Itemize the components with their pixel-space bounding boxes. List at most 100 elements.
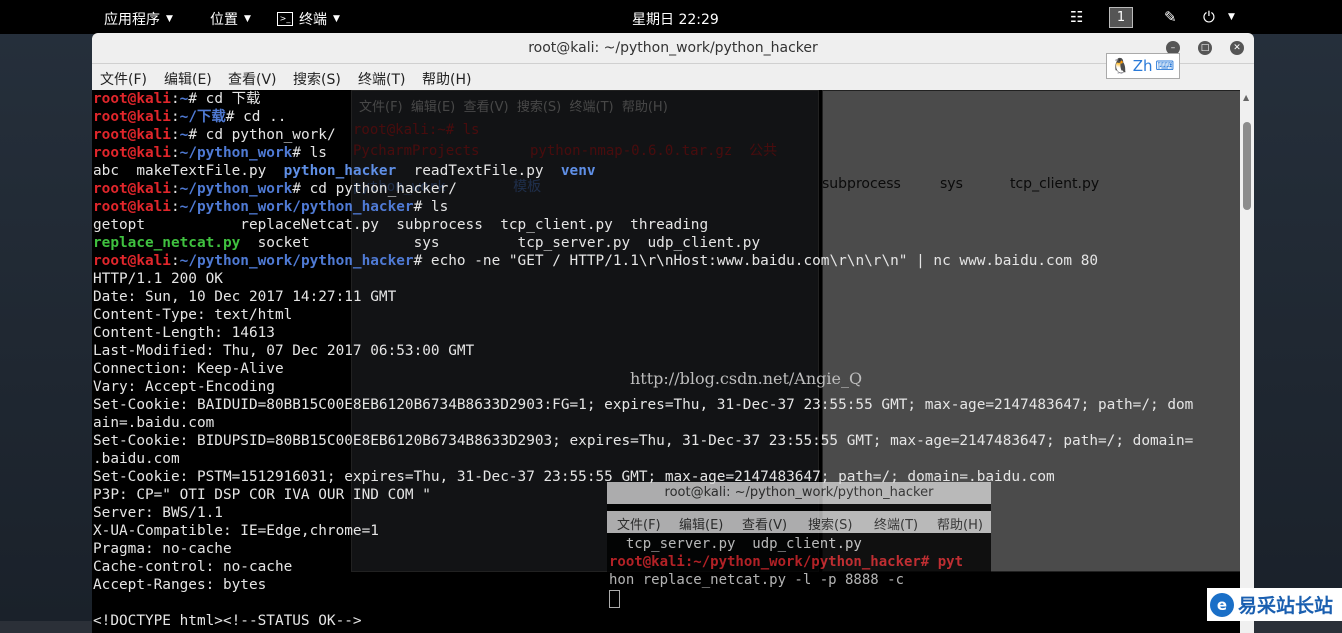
clock[interactable]: 星期日 22:29 (632, 9, 719, 29)
terminal-text-segment: python_hacker (283, 163, 397, 179)
chevron-down-icon[interactable]: ▼ (1228, 12, 1235, 22)
window-menubar: 文件(F) 编辑(E) 查看(V) 搜索(S) 终端(T) 帮助(H) (92, 64, 1254, 90)
terminal-text-segment: root@kali (93, 127, 171, 143)
terminal-text-segment: root@kali (93, 181, 171, 197)
terminal-text-segment: ~/python_work/python_hacker (179, 199, 414, 215)
overlay-menu-help[interactable]: 帮助(H) (937, 514, 983, 533)
menu-search[interactable]: 搜索(S) (293, 69, 341, 89)
terminal-text-segment: : (170, 109, 180, 125)
places-menu[interactable]: 位置 ▼ (210, 9, 251, 29)
terminal-line: root@kali:~/python_work/python_hacker# e… (93, 252, 1193, 270)
terminal-line: replace_netcat.py socket sys tcp_server.… (93, 234, 1193, 252)
close-icon[interactable]: ✕ (1230, 41, 1244, 55)
terminal-text-segment: <!DOCTYPE html><!--STATUS OK--> (93, 613, 362, 629)
chevron-down-icon: ▼ (244, 14, 251, 24)
workspace-indicator[interactable]: 1 (1109, 7, 1133, 28)
terminal-text-segment: Last-Modified: Thu, 07 Dec 2017 06:53:00… (93, 343, 475, 359)
terminal-line: Last-Modified: Thu, 07 Dec 2017 06:53:00… (93, 342, 1193, 360)
places-label: 位置 (210, 12, 238, 28)
terminal-text-segment: venv (560, 163, 596, 179)
chevron-down-icon: ▼ (333, 14, 340, 24)
menu-view[interactable]: 查看(V) (228, 69, 277, 89)
terminal-text-segment: root@kali (93, 199, 171, 215)
terminal-text-segment: Content-Length: 14613 (93, 325, 275, 341)
terminal-line: root@kali:~/python_work# ls (93, 144, 1193, 162)
terminal-text-segment: : (170, 181, 180, 197)
penguin-icon: 🐧 (1111, 57, 1130, 75)
terminal-text-segment: root@kali (93, 109, 171, 125)
overlay-menu-search[interactable]: 搜索(S) (808, 514, 852, 533)
overlay-menu-terminal[interactable]: 终端(T) (874, 514, 918, 533)
terminal-text-segment: socket sys tcp_server.py udp_client.py (240, 235, 761, 251)
menu-terminal[interactable]: 终端(T) (358, 69, 405, 89)
menu-file[interactable]: 文件(F) (100, 69, 147, 89)
chevron-down-icon: ▼ (166, 14, 173, 24)
overlay-menu-file[interactable]: 文件(F) (617, 514, 661, 533)
terminal-text-segment: abc makeTextFile.py (93, 163, 284, 179)
network-icon[interactable]: ☷ (1070, 8, 1083, 26)
terminal-line: Content-Type: text/html (93, 306, 1193, 324)
terminal-line: Date: Sun, 10 Dec 2017 14:27:11 GMT (93, 288, 1193, 306)
terminal-line: root@kali:~# cd 下载 (93, 90, 1193, 108)
terminal-scrollbar[interactable]: ▲ (1240, 90, 1254, 633)
terminal-text-segment: Vary: Accept-Encoding (93, 379, 275, 395)
terminal-text-segment: # ls (413, 199, 449, 215)
menu-edit[interactable]: 编辑(E) (164, 69, 212, 89)
terminal-line: HTTP/1.1 200 OK (93, 270, 1193, 288)
terminal-text-segment: Accept-Ranges: bytes (93, 577, 267, 593)
terminal-text-segment: : (170, 145, 180, 161)
terminal-text-segment: : (170, 127, 180, 143)
terminal-text-segment: root@kali (93, 253, 171, 269)
applications-menu[interactable]: 应用程序 ▼ (104, 9, 173, 29)
overlay-line: tcp_server.py udp_client.py (609, 536, 862, 552)
terminal-text-segment: X-UA-Compatible: IE=Edge,chrome=1 (93, 523, 379, 539)
overlay-menubar: 文件(F) 编辑(E) 查看(V) 搜索(S) 终端(T) 帮助(H) (607, 511, 991, 533)
terminal-line: abc makeTextFile.py python_hacker readTe… (93, 162, 1193, 180)
scroll-up-icon[interactable]: ▲ (1243, 93, 1249, 102)
terminal-text-segment: : (170, 199, 180, 215)
terminal-text-segment: # cd python_hacker/ (292, 181, 457, 197)
terminal-text-segment: Content-Type: text/html (93, 307, 293, 323)
terminal-app-menu[interactable]: >_ 终端 ▼ (277, 9, 340, 29)
window-title: root@kali: ~/python_work/python_hacker (528, 40, 818, 56)
terminal-text-segment: Pragma: no-cache (93, 541, 232, 557)
ime-indicator[interactable]: 🐧 Zh ⌨ (1106, 53, 1180, 79)
window-titlebar[interactable]: root@kali: ~/python_work/python_hacker –… (92, 33, 1254, 64)
pen-icon[interactable]: ✎ (1164, 8, 1177, 26)
menu-help[interactable]: 帮助(H) (422, 69, 471, 89)
terminal-text-segment: # cd .. (225, 109, 287, 125)
scrollbar-thumb[interactable] (1243, 122, 1251, 210)
overlay-terminal-window[interactable]: root@kali: ~/python_work/python_hacker 文… (607, 482, 991, 622)
terminal-text-segment: # echo -ne "GET / HTTP/1.1\r\nHost:www.b… (413, 253, 1099, 269)
overlay-menu-edit[interactable]: 编辑(E) (679, 514, 723, 533)
terminal-text-segment: ~/下载 (179, 109, 226, 125)
terminal-text-segment: Server: BWS/1.1 (93, 505, 223, 521)
applications-label: 应用程序 (104, 12, 160, 28)
terminal-line: root@kali:~# cd python_work/ (93, 126, 1193, 144)
maximize-icon[interactable]: □ (1198, 41, 1212, 55)
power-icon[interactable]: ⏻ (1203, 8, 1215, 26)
site-logo: e 易采站长站 (1207, 588, 1342, 621)
terminal-text-segment: ~/python_work/python_hacker (179, 253, 414, 269)
cursor (609, 590, 620, 608)
top-panel: 应用程序 ▼ 位置 ▼ >_ 终端 ▼ 星期日 22:29 ☷ 1 ✎ ⏻ ▼ (0, 0, 1342, 34)
terminal-line: root@kali:~/下载# cd .. (93, 108, 1193, 126)
terminal-text-segment: replace_netcat.py (93, 235, 241, 251)
terminal-text-segment: getopt replaceNetcat.py subprocess tcp_c… (93, 217, 709, 233)
terminal-text-segment: P3P: CP=" OTI DSP COR IVA OUR IND COM " (93, 487, 431, 503)
terminal-text-segment: .baidu.com (93, 451, 180, 467)
terminal-line: Set-Cookie: BAIDUID=80BB15C00E8EB6120B67… (93, 396, 1193, 414)
terminal-text-segment: # ls (292, 145, 327, 161)
terminal-line: Set-Cookie: BIDUPSID=80BB15C00E8EB6120B6… (93, 432, 1193, 450)
overlay-menu-view[interactable]: 查看(V) (742, 514, 787, 533)
terminal-text-segment: root@kali (93, 145, 171, 161)
logo-icon: e (1210, 592, 1234, 617)
terminal-text-segment: Set-Cookie: BAIDUID=80BB15C00E8EB6120B67… (93, 397, 1194, 413)
terminal-text-segment: Set-Cookie: BIDUPSID=80BB15C00E8EB6120B6… (93, 433, 1194, 449)
terminal-text-segment: root@kali (93, 91, 171, 107)
terminal-line: getopt replaceNetcat.py subprocess tcp_c… (93, 216, 1193, 234)
terminal-text-segment: # cd 下载 (188, 91, 261, 107)
terminal-text-segment: Date: Sun, 10 Dec 2017 14:27:11 GMT (93, 289, 397, 305)
terminal-text-segment: Cache-control: no-cache (93, 559, 293, 575)
watermark: http://blog.csdn.net/Angie_Q (630, 369, 863, 388)
